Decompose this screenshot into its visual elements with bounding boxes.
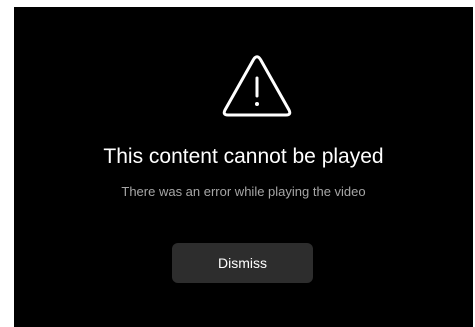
- warning-triangle-icon: [222, 55, 292, 117]
- error-message: There was an error while playing the vid…: [121, 184, 366, 199]
- error-title: This content cannot be played: [103, 145, 384, 168]
- video-error-panel: This content cannot be played There was …: [14, 7, 473, 327]
- dismiss-button[interactable]: Dismiss: [172, 243, 313, 283]
